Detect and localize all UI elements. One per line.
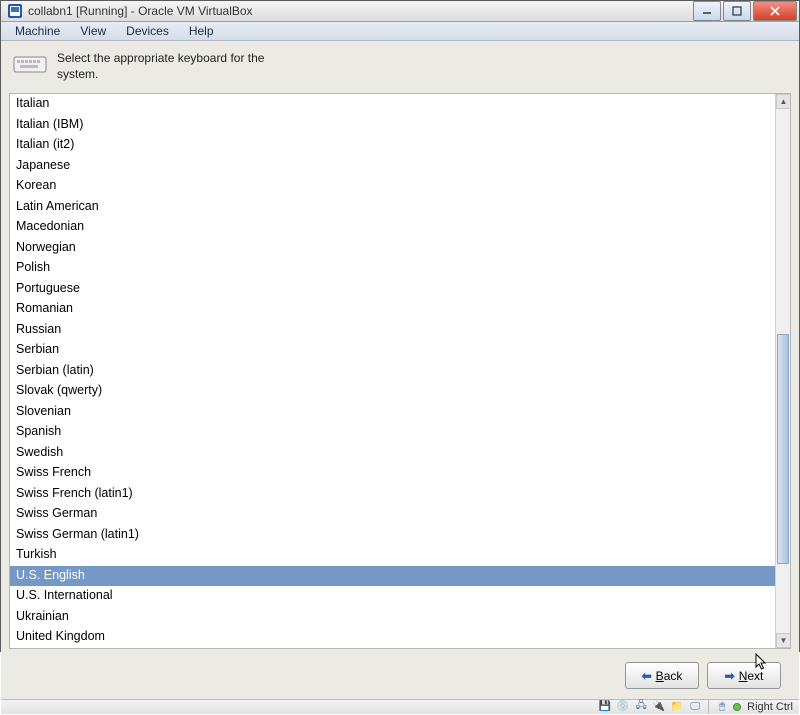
optical-drive-icon[interactable]: 💿 — [616, 700, 630, 714]
menu-view[interactable]: View — [72, 22, 114, 40]
list-item[interactable]: Turkish — [10, 545, 775, 566]
window-title: collabn1 [Running] - Oracle VM VirtualBo… — [28, 4, 691, 18]
separator — [708, 700, 709, 714]
list-item[interactable]: Spanish — [10, 422, 775, 443]
maximize-button[interactable] — [723, 1, 751, 21]
list-item[interactable]: Serbian — [10, 340, 775, 361]
list-item[interactable]: Swiss French — [10, 463, 775, 484]
back-button-label: Back — [656, 669, 683, 683]
mouse-integration-icon[interactable]: 🖱 — [715, 700, 729, 714]
minimize-button[interactable] — [693, 1, 721, 21]
next-button[interactable]: ➡ Next — [707, 662, 781, 689]
instruction-row: Select the appropriate keyboard for the … — [1, 41, 799, 93]
scroll-down-button[interactable]: ▼ — [776, 633, 791, 648]
virtualbox-icon — [7, 3, 23, 19]
list-item[interactable]: Slovenian — [10, 402, 775, 423]
list-item[interactable]: Swiss German — [10, 504, 775, 525]
instruction-text: Select the appropriate keyboard for the … — [57, 51, 287, 82]
list-item[interactable]: U.S. International — [10, 586, 775, 607]
capture-led-icon — [733, 703, 741, 711]
back-button[interactable]: ⬅ Back — [625, 662, 699, 689]
list-item[interactable]: United Kingdom — [10, 627, 775, 648]
menu-devices[interactable]: Devices — [118, 22, 177, 40]
list-item[interactable]: Macedonian — [10, 217, 775, 238]
list-item[interactable]: Polish — [10, 258, 775, 279]
list-item[interactable]: Korean — [10, 176, 775, 197]
keyboard-list: ItalianItalian (IBM)Italian (it2)Japanes… — [9, 93, 791, 649]
keyboard-list-viewport[interactable]: ItalianItalian (IBM)Italian (it2)Japanes… — [10, 94, 775, 648]
statusbar: 💾 💿 🖧 🔌 📁 🖵 🖱 Right Ctrl — [1, 699, 799, 714]
list-item[interactable]: Swiss French (latin1) — [10, 484, 775, 505]
list-item[interactable]: Italian (it2) — [10, 135, 775, 156]
menu-machine[interactable]: Machine — [7, 22, 68, 40]
usb-icon[interactable]: 🔌 — [652, 700, 666, 714]
menu-help[interactable]: Help — [181, 22, 222, 40]
list-item[interactable]: Russian — [10, 320, 775, 341]
list-item[interactable]: Latin American — [10, 197, 775, 218]
list-item[interactable]: Swedish — [10, 443, 775, 464]
arrow-left-icon: ⬅ — [642, 669, 652, 683]
arrow-right-icon: ➡ — [725, 669, 735, 683]
list-item[interactable]: Ukrainian — [10, 607, 775, 628]
list-item[interactable]: Italian (IBM) — [10, 115, 775, 136]
list-item[interactable]: Japanese — [10, 156, 775, 177]
list-item[interactable]: Portuguese — [10, 279, 775, 300]
installer-content: Select the appropriate keyboard for the … — [1, 41, 799, 699]
list-item[interactable]: Swiss German (latin1) — [10, 525, 775, 546]
window-controls — [691, 1, 797, 21]
close-button[interactable] — [753, 1, 797, 21]
nav-button-row: ⬅ Back ➡ Next — [1, 655, 799, 699]
list-item[interactable]: Norwegian — [10, 238, 775, 259]
list-item[interactable]: Slovak (qwerty) — [10, 381, 775, 402]
hard-disk-icon[interactable]: 💾 — [598, 700, 612, 714]
titlebar[interactable]: collabn1 [Running] - Oracle VM VirtualBo… — [1, 1, 799, 22]
keyboard-icon — [13, 51, 47, 75]
list-item[interactable]: Romanian — [10, 299, 775, 320]
menubar: Machine View Devices Help — [1, 22, 799, 41]
vertical-scrollbar[interactable]: ▲ ▼ — [775, 94, 790, 648]
shared-folders-icon[interactable]: 📁 — [670, 700, 684, 714]
host-key-label: Right Ctrl — [747, 701, 793, 713]
virtualbox-window: collabn1 [Running] - Oracle VM VirtualBo… — [0, 0, 800, 652]
next-button-label: Next — [739, 669, 764, 683]
display-icon[interactable]: 🖵 — [688, 700, 702, 714]
network-icon[interactable]: 🖧 — [634, 700, 648, 714]
scroll-thumb[interactable] — [777, 334, 789, 564]
list-item[interactable]: Serbian (latin) — [10, 361, 775, 382]
list-item[interactable]: U.S. English — [10, 566, 775, 587]
list-item[interactable]: Italian — [10, 94, 775, 115]
scroll-up-button[interactable]: ▲ — [776, 94, 791, 109]
